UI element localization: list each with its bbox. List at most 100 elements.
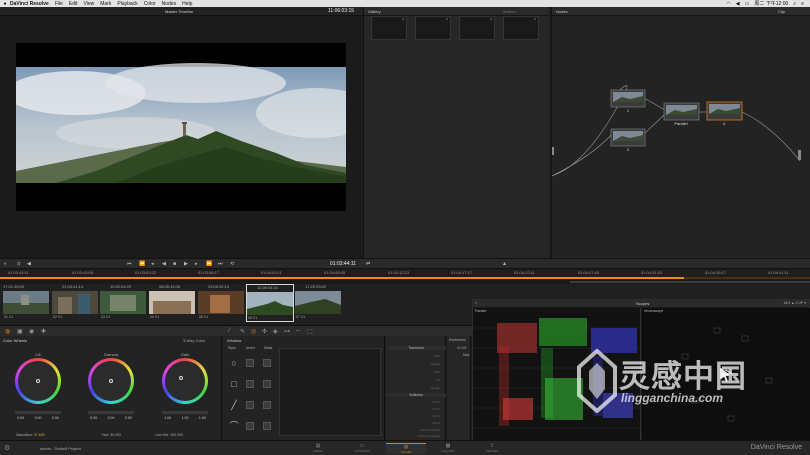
hue-control[interactable]: Hue: 50.000 [102,433,121,437]
lift-r[interactable]: 0.00 [17,416,24,420]
circle-window-icon[interactable]: ○ [229,358,239,368]
scopes-layout-selector[interactable]: 16:9 ▲ 2 UP ▾ [783,301,806,305]
lift-g[interactable]: 0.00 [35,416,42,420]
menu-mark[interactable]: Mark [100,1,111,7]
node-4[interactable]: 4 [706,101,743,126]
battery-icon[interactable]: ▭ [745,1,750,7]
gain-master-slider[interactable] [162,411,208,414]
loop-icon[interactable]: ⟲ [230,261,234,267]
sizing-icon[interactable]: ⇔ [295,328,301,334]
page-deliver[interactable]: ⇪ DELIVER [472,443,512,453]
gamma-master-slider[interactable] [88,411,134,414]
play-icon[interactable]: ▶ [184,261,188,267]
3d-icon[interactable]: ⬚ [307,328,313,335]
window-icon[interactable]: ◎ [251,328,256,335]
close-icon[interactable]: × [475,300,477,305]
menu-file[interactable]: File [55,1,63,7]
lum-mix-control[interactable]: Lum Mix: 100.000 [155,433,183,437]
lift-color-ring[interactable] [15,358,61,404]
transform-rotate[interactable]: Rotate [388,386,444,390]
page-gallery[interactable]: ▦ GALLERY [428,443,468,453]
transform-size[interactable]: Size [388,354,444,358]
soft-2[interactable]: Soft 2 [388,407,444,411]
key-icon[interactable]: ⊶ [284,328,290,335]
invert-toggle[interactable] [246,401,254,409]
mask-toggle[interactable] [263,401,271,409]
menu-app[interactable]: DaVinci Resolve [10,1,49,7]
audio-icon[interactable]: ◀ [27,261,31,267]
stop-icon[interactable]: ■ [173,261,176,267]
wifi-icon[interactable]: ◠ [726,1,730,7]
timeline-selector[interactable]: Master Timeline [165,9,193,14]
gallery-still[interactable]: 6 [503,16,539,40]
invert-toggle[interactable] [246,380,254,388]
menu-view[interactable]: View [84,1,95,7]
go-to-end-icon[interactable]: ⏭ [218,261,223,267]
camera-raw-icon[interactable]: ◉ [29,328,34,335]
gamma-r[interactable]: 0.00 [90,416,97,420]
volume-icon[interactable]: ◀ [736,1,740,7]
transform-tilt[interactable]: Tilt [388,378,444,382]
notification-icon[interactable]: ≡ [801,1,804,7]
node-2[interactable]: 2 [610,128,646,152]
next-frame-icon[interactable]: ▸ [195,261,198,267]
reverse-play-icon[interactable]: ◀ [162,261,166,267]
clip-thumbnail[interactable]: 21:03:41:14 02 V1 [52,284,100,322]
gamma-b[interactable]: 0.00 [125,416,132,420]
timeline-ruler[interactable]: 01:03:44:11 01:03:49:05 01:03:53:22 01:0… [0,268,810,280]
line-window-icon[interactable]: ╱ [229,400,239,410]
clip-thumbnail[interactable]: 17:21:16:09 01 V1 [3,284,51,322]
color-wheels-icon[interactable]: ◍ [5,328,10,335]
lift-master-slider[interactable] [15,411,61,414]
menu-nodes[interactable]: Nodes [162,1,176,7]
color-tool-icon[interactable]: ◐ [4,261,7,267]
playhead-track[interactable] [0,277,810,279]
inside-softness[interactable]: Inside Softness [388,428,444,432]
qualifier-icon[interactable]: ✎ [240,328,245,335]
curve-window-icon[interactable]: ⌒ [229,421,239,431]
spotlight-icon[interactable]: ⌕ [793,1,796,7]
node-parallel[interactable]: Parallel [663,102,700,126]
apple-icon[interactable]: ● [0,1,10,7]
page-color[interactable]: ◍ COLOR [386,443,426,454]
menu-color[interactable]: Color [144,1,156,7]
fast-forward-icon[interactable]: ⏩ [206,261,212,267]
gamma-wheel[interactable]: Gamma 0.00 0.00 0.00 [82,352,140,420]
clip-thumbnail[interactable]: 23:09:32:10 05 V1 [198,284,246,322]
saturation-value[interactable]: 37.600 [34,433,45,437]
previous-frame-icon[interactable]: ◂ [151,261,154,267]
menu-edit[interactable]: Edit [69,1,78,7]
gain-b[interactable]: 1.00 [199,416,206,420]
rewind-icon[interactable]: ⏪ [139,261,145,267]
square-window-icon[interactable]: □ [229,379,239,389]
page-conform[interactable]: ▭ CONFORM [342,443,382,453]
gallery-still[interactable]: 6 [415,16,451,40]
saturation-control[interactable]: Saturation: 37.600 [16,433,45,437]
gain-g[interactable]: 1.00 [182,416,189,420]
fit-icon[interactable]: ⤨ [16,261,20,267]
invert-toggle[interactable] [246,359,254,367]
gallery-search[interactable]: Search [503,9,516,14]
wheel-puck[interactable] [109,379,113,383]
split-icon[interactable]: ⇄ [366,261,370,267]
menu-playback[interactable]: Playback [117,1,137,7]
gain-color-ring[interactable] [162,358,208,404]
soft-1[interactable]: Soft 1 [388,400,444,404]
soft-4[interactable]: Soft 4 [388,421,444,425]
gallery-still[interactable]: 6 [371,16,407,40]
raw-icon[interactable]: ▣ [17,328,23,335]
settings-icon[interactable]: ⚙ [4,444,10,452]
transform-aspect[interactable]: Aspect [388,362,444,366]
video-frame[interactable] [16,43,346,211]
blur-icon[interactable]: ◈ [273,328,278,335]
motion-icon[interactable]: ✚ [41,328,46,335]
gamma-g[interactable]: 0.00 [108,416,115,420]
clip-thumbnail-selected[interactable]: 11:06:03:15 06 V1 [246,284,294,322]
wheel-mode-selector[interactable]: 3-Way Color [183,338,205,343]
menu-clock[interactable]: 周二 下午12:00 [754,0,788,7]
tracker-icon[interactable]: ✣ [262,328,267,335]
outside-softness[interactable]: Outside Softness [388,434,444,438]
menu-help[interactable]: Help [182,1,192,7]
gamma-color-ring[interactable] [88,358,134,404]
gain-r[interactable]: 1.00 [164,416,171,420]
